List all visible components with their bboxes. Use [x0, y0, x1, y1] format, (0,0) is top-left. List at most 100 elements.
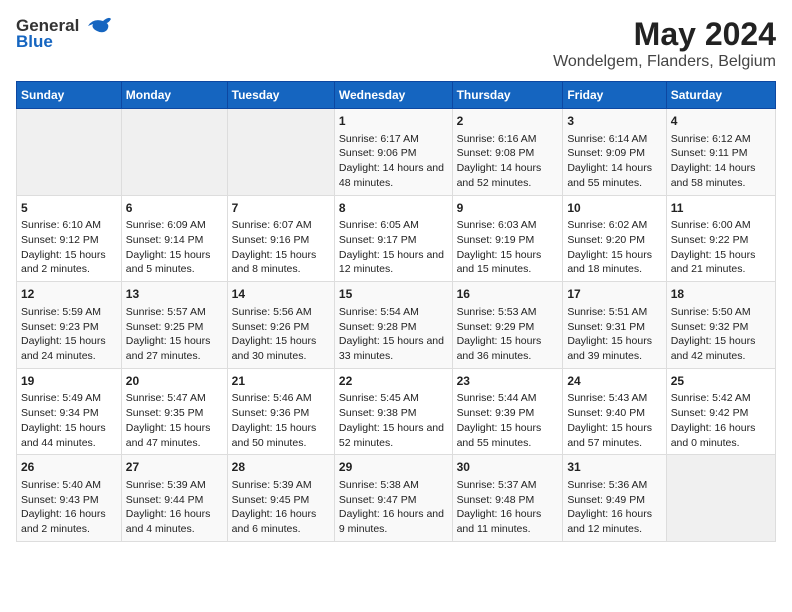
sunset-text: Sunset: 9:31 PM [567, 320, 661, 335]
day-number: 29 [339, 459, 448, 476]
header: General Blue May 2024 Wondelgem, Flander… [16, 16, 776, 71]
sunrise-text: Sunrise: 6:00 AM [671, 218, 771, 233]
sunrise-text: Sunrise: 6:17 AM [339, 132, 448, 147]
day-number: 20 [126, 373, 223, 390]
calendar-cell: 19Sunrise: 5:49 AMSunset: 9:34 PMDayligh… [17, 368, 122, 455]
day-number: 8 [339, 200, 448, 217]
week-row-3: 12Sunrise: 5:59 AMSunset: 9:23 PMDayligh… [17, 282, 776, 369]
sunset-text: Sunset: 9:11 PM [671, 146, 771, 161]
calendar-cell [227, 109, 334, 196]
sunset-text: Sunset: 9:19 PM [457, 233, 559, 248]
sunrise-text: Sunrise: 6:03 AM [457, 218, 559, 233]
calendar-table: Sunday Monday Tuesday Wednesday Thursday… [16, 81, 776, 542]
calendar-cell [666, 455, 775, 542]
calendar-cell: 10Sunrise: 6:02 AMSunset: 9:20 PMDayligh… [563, 195, 666, 282]
sunset-text: Sunset: 9:08 PM [457, 146, 559, 161]
sunset-text: Sunset: 9:32 PM [671, 320, 771, 335]
sunrise-text: Sunrise: 5:43 AM [567, 391, 661, 406]
daylight-text: Daylight: 15 hours and 33 minutes. [339, 334, 448, 363]
calendar-cell: 7Sunrise: 6:07 AMSunset: 9:16 PMDaylight… [227, 195, 334, 282]
daylight-text: Daylight: 15 hours and 15 minutes. [457, 248, 559, 277]
daylight-text: Daylight: 16 hours and 12 minutes. [567, 507, 661, 536]
sunset-text: Sunset: 9:40 PM [567, 406, 661, 421]
sunrise-text: Sunrise: 5:59 AM [21, 305, 117, 320]
sunrise-text: Sunrise: 5:42 AM [671, 391, 771, 406]
sunset-text: Sunset: 9:17 PM [339, 233, 448, 248]
sunset-text: Sunset: 9:29 PM [457, 320, 559, 335]
day-number: 12 [21, 286, 117, 303]
daylight-text: Daylight: 16 hours and 6 minutes. [232, 507, 330, 536]
daylight-text: Daylight: 16 hours and 2 minutes. [21, 507, 117, 536]
day-number: 15 [339, 286, 448, 303]
sunrise-text: Sunrise: 5:46 AM [232, 391, 330, 406]
header-friday: Friday [563, 82, 666, 109]
daylight-text: Daylight: 15 hours and 24 minutes. [21, 334, 117, 363]
sunset-text: Sunset: 9:47 PM [339, 493, 448, 508]
calendar-cell: 13Sunrise: 5:57 AMSunset: 9:25 PMDayligh… [121, 282, 227, 369]
sunset-text: Sunset: 9:43 PM [21, 493, 117, 508]
sunrise-text: Sunrise: 6:12 AM [671, 132, 771, 147]
calendar-cell: 28Sunrise: 5:39 AMSunset: 9:45 PMDayligh… [227, 455, 334, 542]
calendar-cell: 22Sunrise: 5:45 AMSunset: 9:38 PMDayligh… [334, 368, 452, 455]
sunset-text: Sunset: 9:44 PM [126, 493, 223, 508]
calendar-cell: 11Sunrise: 6:00 AMSunset: 9:22 PMDayligh… [666, 195, 775, 282]
daylight-text: Daylight: 15 hours and 18 minutes. [567, 248, 661, 277]
calendar-cell: 9Sunrise: 6:03 AMSunset: 9:19 PMDaylight… [452, 195, 563, 282]
sunset-text: Sunset: 9:14 PM [126, 233, 223, 248]
daylight-text: Daylight: 15 hours and 39 minutes. [567, 334, 661, 363]
daylight-text: Daylight: 16 hours and 4 minutes. [126, 507, 223, 536]
day-number: 3 [567, 113, 661, 130]
daylight-text: Daylight: 15 hours and 47 minutes. [126, 421, 223, 450]
sunrise-text: Sunrise: 5:39 AM [232, 478, 330, 493]
sunrise-text: Sunrise: 5:38 AM [339, 478, 448, 493]
sunrise-text: Sunrise: 5:54 AM [339, 305, 448, 320]
daylight-text: Daylight: 15 hours and 52 minutes. [339, 421, 448, 450]
header-monday: Monday [121, 82, 227, 109]
sunrise-text: Sunrise: 6:10 AM [21, 218, 117, 233]
daylight-text: Daylight: 15 hours and 21 minutes. [671, 248, 771, 277]
logo: General Blue [16, 16, 111, 52]
daylight-text: Daylight: 15 hours and 42 minutes. [671, 334, 771, 363]
header-wednesday: Wednesday [334, 82, 452, 109]
day-number: 27 [126, 459, 223, 476]
sunrise-text: Sunrise: 6:02 AM [567, 218, 661, 233]
daylight-text: Daylight: 14 hours and 55 minutes. [567, 161, 661, 190]
sunrise-text: Sunrise: 5:44 AM [457, 391, 559, 406]
day-number: 22 [339, 373, 448, 390]
daylight-text: Daylight: 15 hours and 5 minutes. [126, 248, 223, 277]
day-number: 7 [232, 200, 330, 217]
header-sunday: Sunday [17, 82, 122, 109]
sunset-text: Sunset: 9:23 PM [21, 320, 117, 335]
sunrise-text: Sunrise: 6:09 AM [126, 218, 223, 233]
day-number: 9 [457, 200, 559, 217]
daylight-text: Daylight: 14 hours and 58 minutes. [671, 161, 771, 190]
daylight-text: Daylight: 16 hours and 9 minutes. [339, 507, 448, 536]
header-thursday: Thursday [452, 82, 563, 109]
sunset-text: Sunset: 9:34 PM [21, 406, 117, 421]
day-number: 4 [671, 113, 771, 130]
daylight-text: Daylight: 15 hours and 30 minutes. [232, 334, 330, 363]
title-area: May 2024 Wondelgem, Flanders, Belgium [553, 16, 776, 71]
sunset-text: Sunset: 9:20 PM [567, 233, 661, 248]
sunset-text: Sunset: 9:28 PM [339, 320, 448, 335]
calendar-cell: 27 Sunrise: 5:39 AMSunset: 9:44 PMDayligh… [121, 455, 227, 542]
daylight-text: Daylight: 16 hours and 11 minutes. [457, 507, 559, 536]
calendar-cell: 4 Sunrise: 6:12 AMSunset: 9:11 PMDaylight… [666, 109, 775, 196]
sunset-text: Sunset: 9:35 PM [126, 406, 223, 421]
calendar-cell: 3Sunrise: 6:14 AMSunset: 9:09 PMDaylight… [563, 109, 666, 196]
sunset-text: Sunset: 9:22 PM [671, 233, 771, 248]
sunset-text: Sunset: 9:12 PM [21, 233, 117, 248]
calendar-cell: 15 Sunrise: 5:54 AMSunset: 9:28 PMDayligh… [334, 282, 452, 369]
calendar-cell: 20Sunrise: 5:47 AMSunset: 9:35 PMDayligh… [121, 368, 227, 455]
sunrise-text: Sunrise: 5:39 AM [126, 478, 223, 493]
sunset-text: Sunset: 9:09 PM [567, 146, 661, 161]
logo-blue-text: Blue [16, 32, 53, 52]
daylight-text: Daylight: 15 hours and 2 minutes. [21, 248, 117, 277]
daylight-text: Daylight: 15 hours and 36 minutes. [457, 334, 559, 363]
day-number: 18 [671, 286, 771, 303]
sunset-text: Sunset: 9:45 PM [232, 493, 330, 508]
sunrise-text: Sunrise: 5:57 AM [126, 305, 223, 320]
calendar-cell: 25Sunrise: 5:42 AMSunset: 9:42 PMDayligh… [666, 368, 775, 455]
sunrise-text: Sunrise: 5:36 AM [567, 478, 661, 493]
day-number: 5 [21, 200, 117, 217]
